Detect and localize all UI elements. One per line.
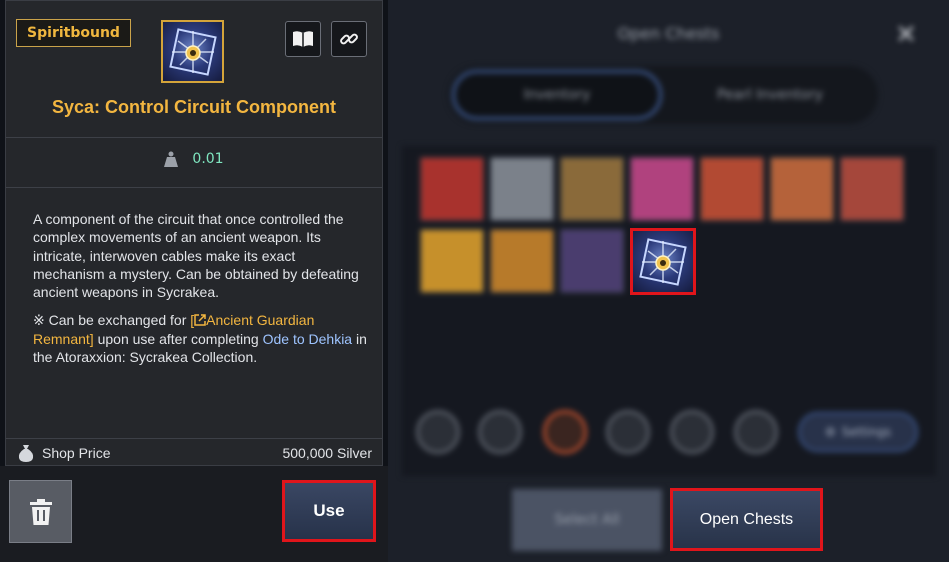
inventory-slot[interactable] bbox=[770, 157, 834, 221]
open-chests-window: Open Chests ✕ Inventory Pearl Inventory … bbox=[388, 0, 949, 562]
item-icon bbox=[161, 20, 224, 83]
inventory-slot[interactable] bbox=[420, 157, 484, 221]
inventory-slot[interactable] bbox=[490, 157, 554, 221]
copy-link-button[interactable] bbox=[331, 21, 367, 57]
inventory-slot[interactable] bbox=[420, 229, 484, 293]
link-icon bbox=[340, 33, 358, 45]
tab-inventory[interactable]: Inventory bbox=[452, 70, 662, 120]
note-text: ※ Can be exchanged for bbox=[33, 312, 191, 329]
filter-button[interactable] bbox=[416, 410, 460, 454]
gear-icon: ⚙ bbox=[825, 425, 836, 439]
inventory-slot[interactable] bbox=[840, 157, 904, 221]
filter-button[interactable] bbox=[543, 410, 587, 454]
weight-value: 0.01 bbox=[192, 151, 224, 167]
inventory-slot[interactable] bbox=[490, 229, 554, 293]
filter-button[interactable] bbox=[478, 410, 522, 454]
divider bbox=[6, 137, 382, 138]
inventory-tabs: Inventory Pearl Inventory bbox=[448, 66, 878, 124]
filter-button[interactable] bbox=[670, 410, 714, 454]
external-link-icon bbox=[194, 314, 206, 327]
inventory-slot[interactable] bbox=[560, 229, 624, 293]
note-text: upon use after completing bbox=[93, 330, 263, 347]
filter-button[interactable] bbox=[606, 410, 650, 454]
open-chests-button[interactable]: Open Chests bbox=[670, 488, 823, 551]
tab-pearl-inventory[interactable]: Pearl Inventory bbox=[666, 70, 874, 120]
item-name: Syca: Control Circuit Component bbox=[51, 97, 336, 117]
settings-label: Settings bbox=[841, 425, 891, 439]
trash-icon bbox=[29, 498, 52, 525]
spiritbound-badge: Spiritbound bbox=[16, 19, 131, 47]
book-button[interactable] bbox=[285, 21, 321, 57]
discard-button[interactable] bbox=[9, 480, 72, 543]
filter-button[interactable] bbox=[734, 410, 778, 454]
shop-price-value: 500,000 Silver bbox=[282, 444, 372, 461]
inventory-slot[interactable] bbox=[700, 157, 764, 221]
divider bbox=[6, 187, 382, 188]
circuit-component-icon bbox=[168, 27, 217, 76]
shop-price-label: Shop Price bbox=[42, 444, 111, 461]
exchange-note: ※ Can be exchanged for [Ancient Guardian… bbox=[33, 311, 368, 366]
item-tooltip: Spiritbound Syca: Control Circuit Compon… bbox=[5, 0, 383, 466]
inventory-slot[interactable] bbox=[560, 157, 624, 221]
settings-button[interactable]: ⚙ Settings bbox=[798, 412, 918, 452]
inventory-slot[interactable] bbox=[630, 157, 694, 221]
description-text: A component of the circuit that once con… bbox=[33, 211, 359, 301]
close-icon[interactable]: ✕ bbox=[893, 22, 919, 48]
money-bag-icon bbox=[18, 444, 34, 462]
window-title: Open Chests bbox=[617, 24, 720, 43]
selected-inventory-slot[interactable] bbox=[630, 228, 696, 295]
select-all-button[interactable]: Select All bbox=[512, 489, 662, 551]
circuit-component-icon bbox=[639, 237, 687, 286]
quest-link[interactable]: Ode to Dehkia bbox=[263, 331, 353, 347]
weight-row: 0.01 bbox=[6, 151, 382, 167]
item-description: A component of the circuit that once con… bbox=[33, 210, 368, 366]
book-icon bbox=[293, 31, 313, 47]
weight-icon bbox=[164, 151, 179, 167]
use-button[interactable]: Use bbox=[282, 480, 376, 542]
shop-price-row: Shop Price 500,000 Silver bbox=[6, 438, 382, 466]
